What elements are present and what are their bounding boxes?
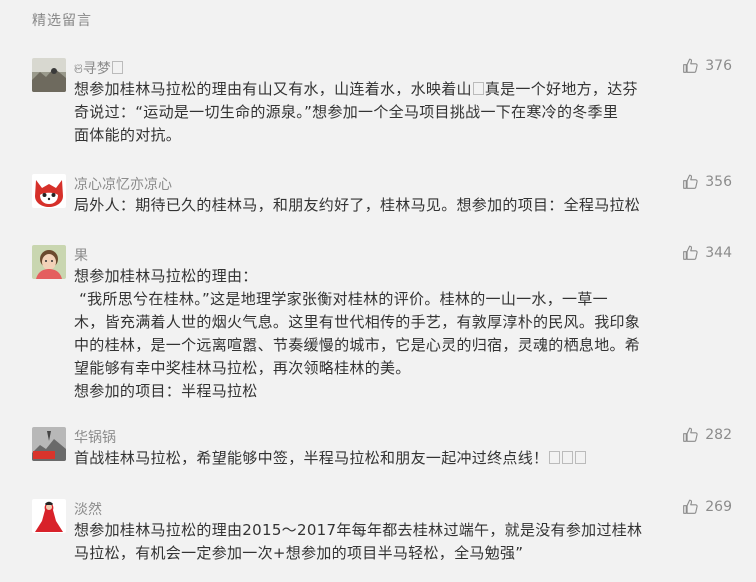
like-button[interactable]: 376 [682, 57, 732, 74]
like-button[interactable]: 269 [682, 498, 732, 515]
section-title: 精选留言 [32, 13, 92, 29]
comment-content: 想参加桂林马拉松的理由2015～2017年每年都去桂林过端午，就是没有参加过桂林… [74, 521, 643, 562]
comment-content: 想参加桂林马拉松的理由： “我所思兮在桂林。”这是地理学家张衡对桂林的评价。桂林… [74, 267, 641, 400]
comment-nickname[interactable]: ଞ寻梦 [74, 58, 124, 78]
like-button[interactable]: 344 [682, 244, 732, 261]
avatar-image [32, 245, 66, 279]
thumbs-up-icon [683, 245, 698, 260]
avatar-image [32, 427, 66, 461]
like-count: 376 [705, 57, 732, 74]
unknown-glyph-icon [562, 451, 574, 464]
like-count: 356 [705, 173, 732, 190]
like-count: 344 [705, 244, 732, 261]
thumbs-up-icon [683, 58, 698, 73]
unknown-glyph-icon [549, 451, 561, 464]
thumbs-up-icon [683, 499, 698, 514]
thumbs-up-icon [683, 427, 698, 442]
like-button[interactable]: 282 [682, 426, 732, 443]
thumbs-up-icon [683, 174, 698, 189]
comment-nickname[interactable]: 华锅锅 [74, 427, 116, 447]
comment-content: 首战桂林马拉松，希望能够中签，半程马拉松和朋友一起冲过终点线！ [74, 447, 704, 470]
unknown-glyph-icon [575, 451, 587, 464]
avatar[interactable] [32, 427, 66, 461]
comment-nickname[interactable]: 果 [74, 245, 88, 265]
avatar[interactable] [32, 245, 66, 279]
avatar-image [32, 174, 66, 208]
comment-content: 想参加桂林马拉松的理由有山又有水，山连着水，水映着山 真是一个好地方，达芬 奇说过… [74, 80, 638, 144]
avatar[interactable] [32, 58, 66, 92]
avatar-image [32, 499, 66, 533]
like-button[interactable]: 356 [682, 173, 732, 190]
unknown-glyph-icon [111, 61, 123, 74]
like-count: 269 [705, 498, 732, 515]
comment-content: 局外人：期待已久的桂林马，和朋友约好了，桂林马见。想参加的项目：全程马拉松 [74, 196, 641, 214]
unknown-glyph-icon [472, 82, 484, 95]
comment-nickname[interactable]: 凉心凉忆亦凉心 [74, 174, 172, 194]
comment-nickname[interactable]: 淡然 [74, 499, 102, 519]
avatar[interactable] [32, 174, 66, 208]
avatar[interactable] [32, 499, 66, 533]
avatar-image [32, 58, 66, 92]
like-count: 282 [705, 426, 732, 443]
